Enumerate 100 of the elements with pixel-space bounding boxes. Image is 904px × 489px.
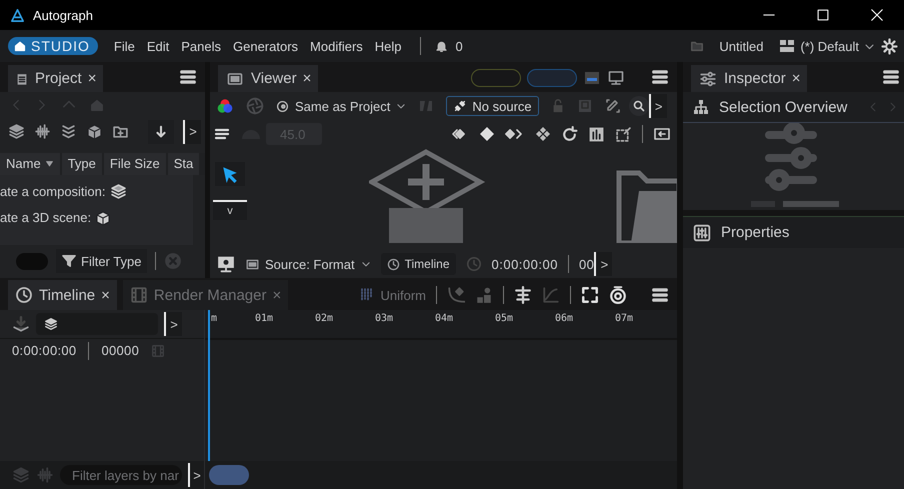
studio-home-button[interactable]: STUDIO	[8, 37, 98, 55]
column-header[interactable]: Name	[0, 152, 60, 175]
ruler-label: 07m	[615, 313, 634, 324]
home-icon	[14, 40, 26, 52]
timecode-text: 0:00:00:00	[12, 343, 76, 358]
keyframe-icon[interactable]	[479, 126, 495, 142]
interpolation-button[interactable]: Uniform	[359, 287, 426, 303]
hint-text: ate a 3D scene:	[0, 210, 92, 226]
logo-icon	[10, 8, 25, 22]
menu-item[interactable]: Panels	[175, 38, 227, 54]
maximize-icon[interactable]	[817, 9, 829, 21]
monitor-icon[interactable]	[607, 70, 625, 86]
more-button[interactable]: >	[648, 94, 667, 118]
hint-text: ate a composition:	[0, 184, 106, 200]
no-source-button[interactable]: No source	[446, 96, 539, 116]
panel-heading: Properties	[721, 224, 790, 241]
project-button[interactable]: Untitled	[689, 38, 764, 54]
menu-icon[interactable]	[179, 68, 197, 86]
color-mode-icon	[276, 100, 289, 112]
chevron-down-icon	[396, 101, 406, 111]
status-pill	[527, 69, 577, 87]
chevron-down-icon	[360, 259, 371, 269]
ruler-label: 02m	[315, 313, 334, 324]
bell-icon	[434, 40, 448, 52]
column-header[interactable]: File Size	[104, 152, 166, 175]
menu-item[interactable]: File	[108, 38, 141, 54]
tool-menu-button[interactable]: v	[213, 200, 247, 220]
select-tool-button[interactable]	[215, 162, 245, 186]
timecode-text: 0:00:00:00	[492, 256, 558, 272]
sliders-icon	[698, 70, 718, 88]
ruler-label: 05m	[495, 313, 514, 324]
window-icon[interactable]	[583, 70, 601, 86]
panel-heading: Selection Overview	[719, 98, 848, 116]
menu-icon[interactable]	[651, 68, 669, 86]
properties-icon	[693, 224, 711, 242]
status-pill	[471, 69, 521, 87]
layer-dropdown[interactable]	[36, 313, 158, 335]
monitor-settings-icon[interactable]	[216, 255, 236, 273]
ruler-label: 06m	[555, 313, 574, 324]
menu-item[interactable]: Generators	[227, 38, 304, 54]
layers-icon	[44, 317, 58, 331]
zoom-handle[interactable]	[209, 465, 249, 485]
menu-item[interactable]: Edit	[140, 38, 176, 54]
film-icon	[151, 342, 166, 358]
color-space-dropdown[interactable]: Same as Project	[276, 98, 406, 114]
target-icon[interactable]	[609, 286, 627, 304]
panel-tab[interactable]: Viewer ×	[218, 65, 318, 92]
filter-type-button[interactable]: Filter Type	[56, 249, 148, 274]
layers-icon[interactable]	[8, 123, 25, 140]
waveform-icon[interactable]	[34, 123, 51, 140]
column-header[interactable]: Type	[62, 152, 102, 175]
curve-keyframe-icon[interactable]	[447, 286, 465, 304]
download-icon[interactable]	[154, 124, 168, 140]
stack-icon[interactable]	[60, 123, 77, 140]
frame-icon	[246, 258, 259, 270]
add-layer-icon[interactable]	[12, 315, 30, 333]
close-button[interactable]: ×	[88, 70, 96, 87]
screen-icon	[225, 70, 245, 86]
keyframe-grid-icon[interactable]	[535, 126, 551, 142]
clock-icon	[466, 256, 482, 272]
refresh-icon[interactable]	[561, 126, 578, 142]
ruler-label: m	[210, 313, 218, 324]
close-button[interactable]: ×	[302, 70, 312, 87]
menu-icon[interactable]	[882, 68, 900, 86]
column-header[interactable]: Sta	[168, 152, 200, 175]
menu-item[interactable]: Modifiers	[304, 38, 369, 54]
cube-icon[interactable]	[86, 123, 103, 140]
crop-icon[interactable]	[615, 126, 632, 142]
more-button[interactable]: >	[164, 312, 182, 336]
timeline-dropdown[interactable]: Timeline	[380, 253, 456, 275]
layout-grid-icon	[779, 38, 796, 54]
more-button[interactable]: >	[183, 120, 201, 144]
align-icon[interactable]	[514, 286, 532, 304]
panel-tab[interactable]: Project ×	[8, 65, 104, 92]
more-button[interactable]: >	[594, 252, 612, 276]
close-icon[interactable]	[871, 9, 883, 21]
list-icon[interactable]	[214, 126, 232, 142]
panel-tab[interactable]: Inspector ×	[691, 65, 808, 92]
color-wheel-icon[interactable]	[216, 97, 234, 115]
layout-dropdown[interactable]: (*) Default	[779, 38, 875, 54]
sort-caret-icon	[44, 160, 54, 168]
bar-graph-icon[interactable]	[588, 126, 605, 142]
link-icon	[453, 99, 468, 113]
source-format-dropdown[interactable]: Source: Format	[246, 256, 371, 272]
menu-item[interactable]: Help	[368, 38, 408, 54]
fullscreen-icon[interactable]	[581, 286, 599, 304]
ruler-label: 04m	[435, 313, 454, 324]
close-button[interactable]: ×	[792, 70, 800, 87]
notifications-button[interactable]: 0	[434, 38, 463, 54]
filter-layers-field[interactable]: Filter layers by nar	[60, 465, 182, 485]
menu-icon[interactable]	[651, 286, 669, 304]
panel-tab[interactable]: Timeline ×	[8, 280, 117, 310]
frame-text: 00000	[101, 343, 140, 358]
toggle-switch[interactable]	[16, 252, 48, 270]
search-icon[interactable]	[628, 96, 649, 116]
edit-icon[interactable]	[604, 98, 621, 114]
keyframe-next-icon[interactable]	[505, 127, 525, 141]
settings-icon[interactable]	[881, 38, 898, 54]
people-icon[interactable]	[475, 286, 493, 304]
close-button[interactable]: ×	[101, 286, 110, 304]
